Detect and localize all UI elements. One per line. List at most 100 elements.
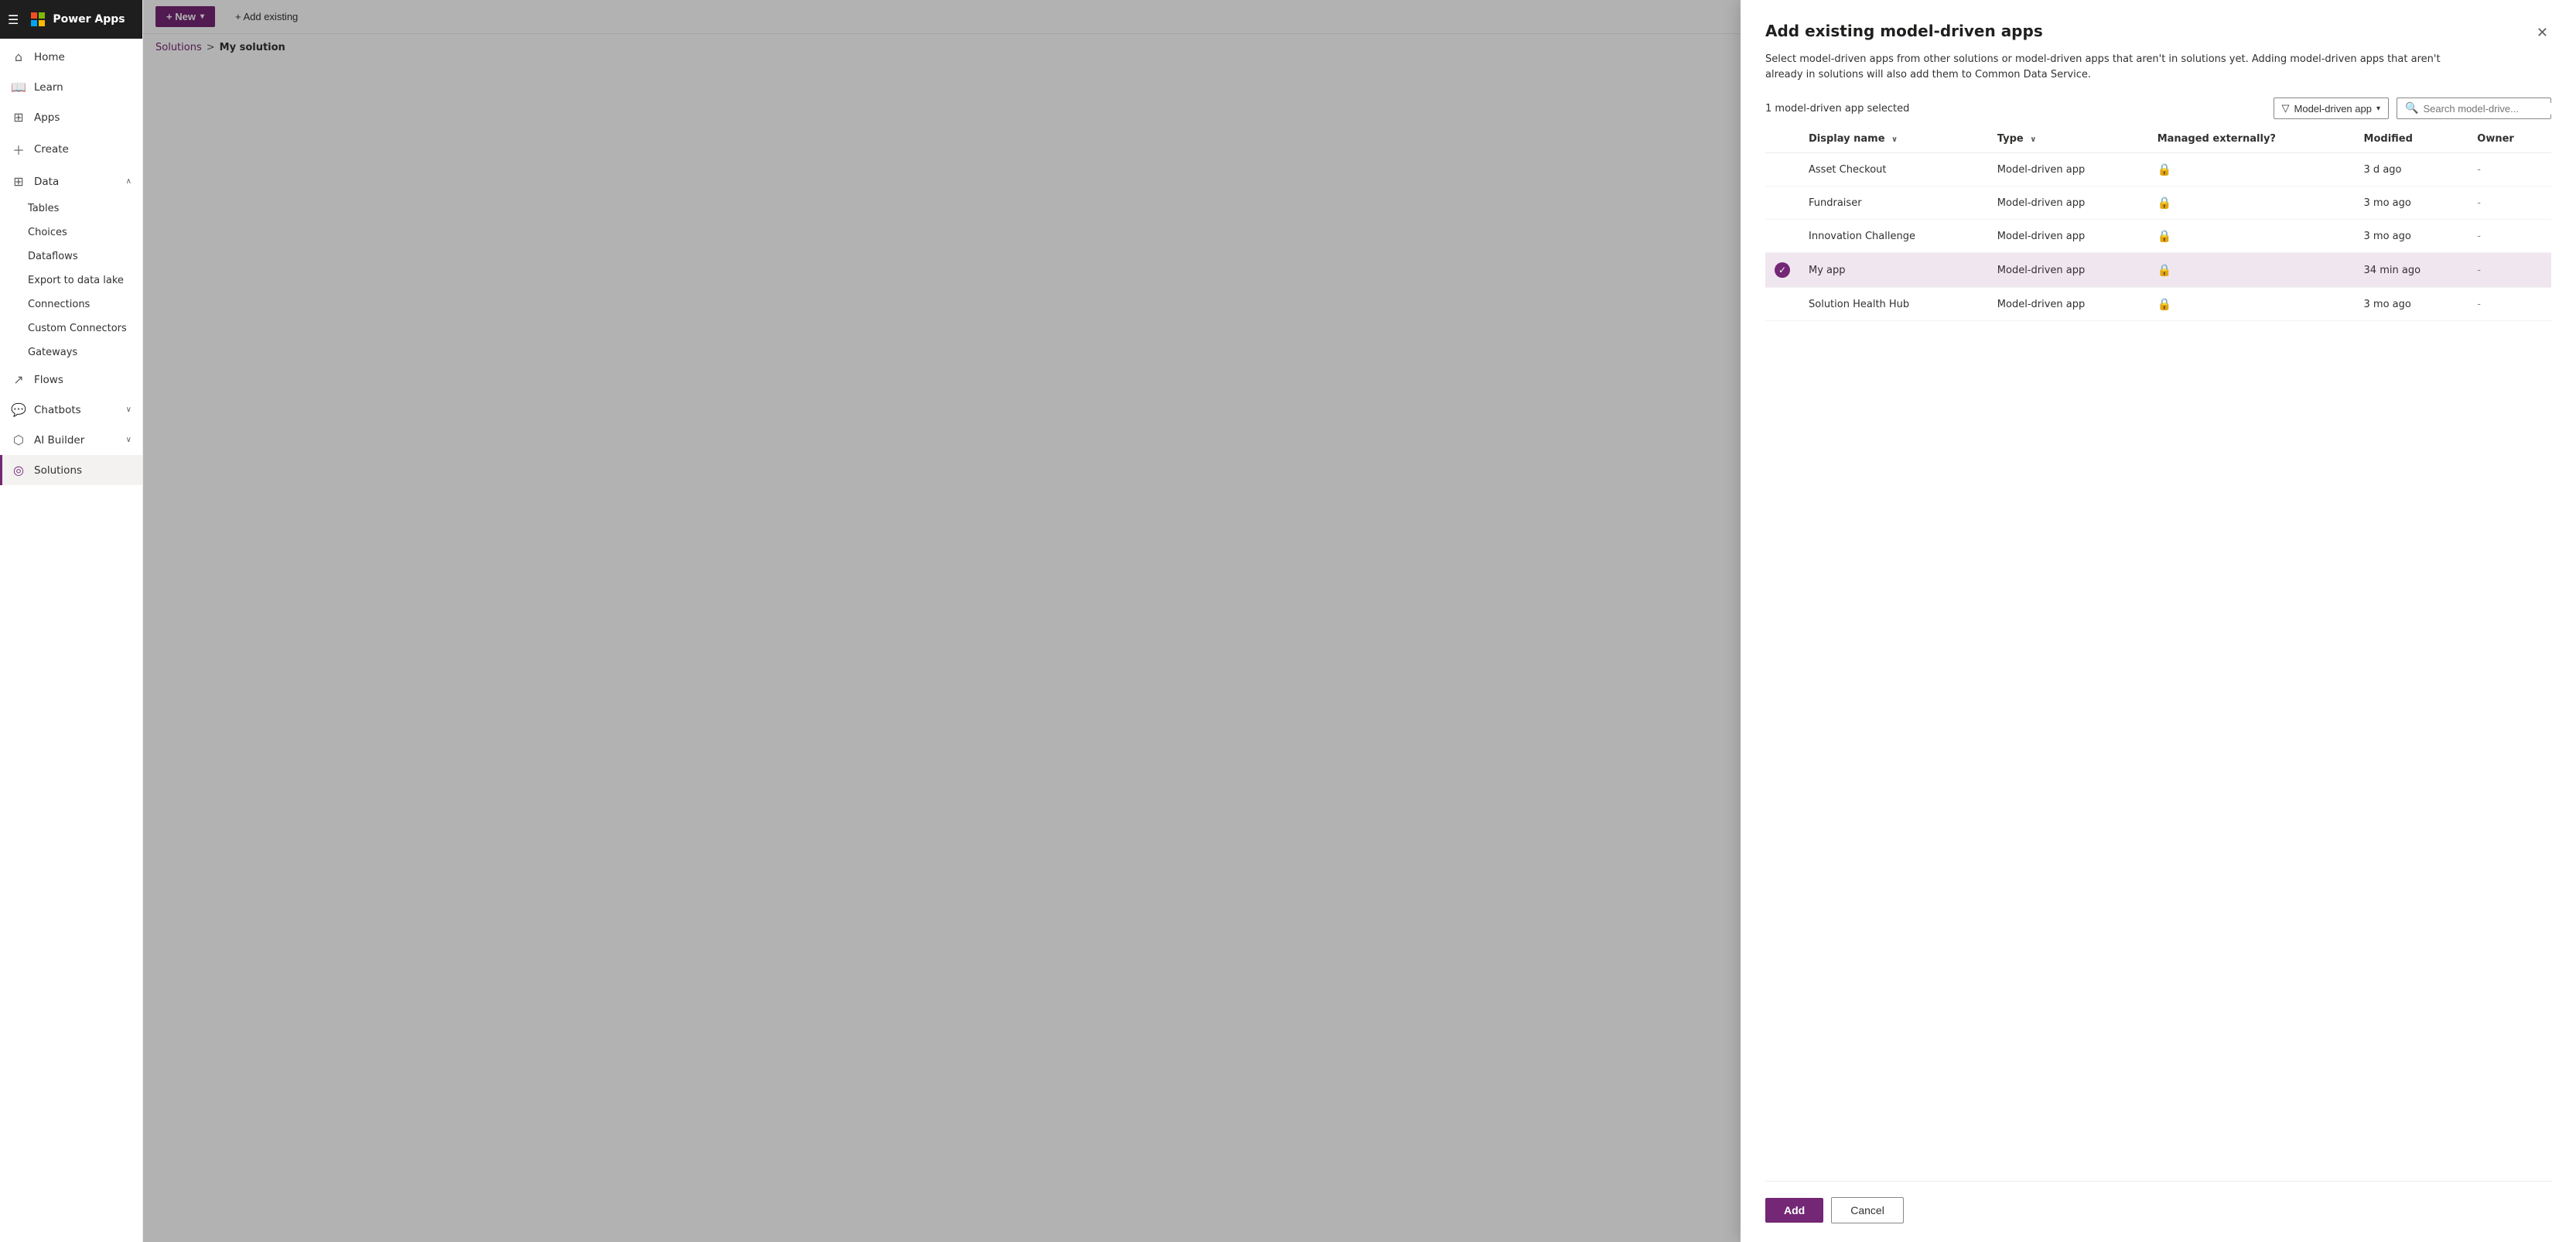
row-modified: 3 mo ago: [2355, 186, 2468, 220]
sidebar-label-custom-connectors: Custom Connectors: [28, 323, 127, 334]
row-managed: 🔒: [2148, 186, 2355, 220]
sidebar-item-chatbots[interactable]: 💬 Chatbots ∨: [0, 395, 142, 425]
modal-overlay: Add existing model-driven apps ✕ Select …: [143, 0, 2576, 1242]
flows-icon: ↗: [11, 372, 26, 387]
selected-check-icon: ✓: [1775, 262, 1790, 278]
filter-chevron-icon: ▾: [2376, 104, 2380, 113]
sidebar-label-choices: Choices: [28, 227, 67, 238]
row-modified: 3 mo ago: [2355, 220, 2468, 253]
type-sort-icon: ∨: [2030, 135, 2036, 144]
sidebar-item-tables[interactable]: Tables: [0, 197, 142, 221]
row-check-cell[interactable]: [1765, 288, 1799, 321]
col-modified: Modified: [2355, 125, 2468, 153]
sidebar-label-tables: Tables: [28, 203, 59, 214]
apps-table: Display name ∨ Type ∨ Managed externally…: [1765, 125, 2551, 1173]
data-icon: ⊞: [11, 174, 26, 189]
sidebar-item-gateways[interactable]: Gateways: [0, 340, 142, 364]
sidebar-label-gateways: Gateways: [28, 347, 77, 358]
col-display-name-label: Display name: [1809, 133, 1885, 145]
row-managed: 🔒: [2148, 253, 2355, 288]
microsoft-logo: [31, 12, 45, 26]
sidebar-item-custom-connectors[interactable]: Custom Connectors: [0, 316, 142, 340]
table-row[interactable]: Asset CheckoutModel-driven app🔒3 d ago-: [1765, 153, 2551, 186]
table-row[interactable]: Innovation ChallengeModel-driven app🔒3 m…: [1765, 220, 2551, 253]
row-modified: 34 min ago: [2355, 253, 2468, 288]
sidebar-item-export[interactable]: Export to data lake: [0, 269, 142, 293]
sidebar-header: ☰ Power Apps: [0, 0, 142, 39]
apps-icon: ⊞: [11, 110, 26, 125]
lock-icon: 🔒: [2157, 196, 2172, 210]
row-managed: 🔒: [2148, 288, 2355, 321]
sidebar-item-apps[interactable]: ⊞ Apps: [0, 102, 142, 132]
search-icon: 🔍: [2405, 102, 2418, 115]
ai-builder-icon: ⬡: [11, 433, 26, 447]
cancel-button[interactable]: Cancel: [1831, 1197, 1904, 1223]
row-check-cell[interactable]: [1765, 153, 1799, 186]
row-display-name: My app: [1799, 253, 1988, 288]
model-driven-apps-table: Display name ∨ Type ∨ Managed externally…: [1765, 125, 2551, 321]
add-button[interactable]: Add: [1765, 1198, 1823, 1223]
search-box: 🔍: [2397, 98, 2551, 119]
hamburger-icon[interactable]: ☰: [8, 12, 19, 27]
row-modified: 3 mo ago: [2355, 288, 2468, 321]
row-type: Model-driven app: [1988, 288, 2148, 321]
sidebar-item-dataflows[interactable]: Dataflows: [0, 245, 142, 269]
display-name-sort-icon: ∨: [1891, 135, 1898, 144]
col-type-label: Type: [1997, 133, 2024, 145]
row-modified: 3 d ago: [2355, 153, 2468, 186]
col-display-name[interactable]: Display name ∨: [1799, 125, 1988, 153]
sidebar-label-export: Export to data lake: [28, 275, 124, 286]
lock-icon: 🔒: [2157, 263, 2172, 277]
sidebar-label-chatbots: Chatbots: [34, 404, 81, 416]
search-input[interactable]: [2423, 103, 2559, 115]
selected-count: 1 model-driven app selected: [1765, 103, 1909, 115]
sidebar-label-data: Data: [34, 176, 59, 188]
lock-icon: 🔒: [2157, 297, 2172, 311]
col-check: [1765, 125, 1799, 153]
sidebar-label-solutions: Solutions: [34, 464, 82, 477]
toolbar-right: ▽ Model-driven app ▾ 🔍: [2274, 98, 2551, 119]
sidebar-item-flows[interactable]: ↗ Flows: [0, 364, 142, 395]
sidebar-item-connections[interactable]: Connections: [0, 293, 142, 316]
row-owner: -: [2468, 253, 2551, 288]
solutions-icon: ◎: [11, 463, 26, 477]
lock-icon: 🔒: [2157, 163, 2172, 176]
row-display-name: Asset Checkout: [1799, 153, 1988, 186]
row-type: Model-driven app: [1988, 220, 2148, 253]
row-check-cell[interactable]: [1765, 220, 1799, 253]
filter-button[interactable]: ▽ Model-driven app ▾: [2274, 98, 2389, 119]
sidebar-item-ai-builder[interactable]: ⬡ AI Builder ∨: [0, 425, 142, 455]
col-type[interactable]: Type ∨: [1988, 125, 2148, 153]
table-row[interactable]: FundraiserModel-driven app🔒3 mo ago-: [1765, 186, 2551, 220]
table-row[interactable]: ✓My appModel-driven app🔒34 min ago-: [1765, 253, 2551, 288]
sidebar-item-choices[interactable]: Choices: [0, 221, 142, 245]
sidebar-label-apps: Apps: [34, 111, 60, 124]
dialog-title-row: Add existing model-driven apps ✕: [1765, 22, 2551, 44]
row-display-name: Solution Health Hub: [1799, 288, 1988, 321]
row-type: Model-driven app: [1988, 153, 2148, 186]
create-icon: ＋: [11, 140, 26, 159]
chatbots-chevron: ∨: [126, 405, 132, 414]
sidebar-item-home[interactable]: ⌂ Home: [0, 42, 142, 72]
sidebar-label-learn: Learn: [34, 81, 63, 94]
sidebar-nav: ⌂ Home 📖 Learn ⊞ Apps ＋ Create ⊞ Data ∧ …: [0, 39, 142, 1242]
sidebar-label-ai-builder: AI Builder: [34, 434, 84, 447]
learn-icon: 📖: [11, 80, 26, 94]
filter-label: Model-driven app: [2294, 103, 2372, 115]
row-check-cell[interactable]: [1765, 186, 1799, 220]
sidebar-label-home: Home: [34, 51, 65, 63]
table-row[interactable]: Solution Health HubModel-driven app 🔒 3 mo…: [1765, 288, 2551, 321]
row-check-cell[interactable]: ✓: [1765, 253, 1799, 288]
dialog-title: Add existing model-driven apps: [1765, 22, 2043, 40]
data-chevron: ∧: [126, 177, 132, 186]
home-icon: ⌂: [11, 50, 26, 64]
row-owner: -: [2468, 288, 2551, 321]
col-managed-label: Managed externally?: [2157, 133, 2276, 145]
sidebar-item-data[interactable]: ⊞ Data ∧: [0, 166, 142, 197]
sidebar-item-create[interactable]: ＋ Create: [0, 132, 142, 166]
dialog-footer: Add Cancel: [1765, 1181, 2551, 1223]
row-display-name: Innovation Challenge: [1799, 220, 1988, 253]
sidebar-item-solutions[interactable]: ◎ Solutions: [0, 455, 142, 485]
close-button[interactable]: ✕: [2533, 22, 2551, 44]
sidebar-item-learn[interactable]: 📖 Learn: [0, 72, 142, 102]
